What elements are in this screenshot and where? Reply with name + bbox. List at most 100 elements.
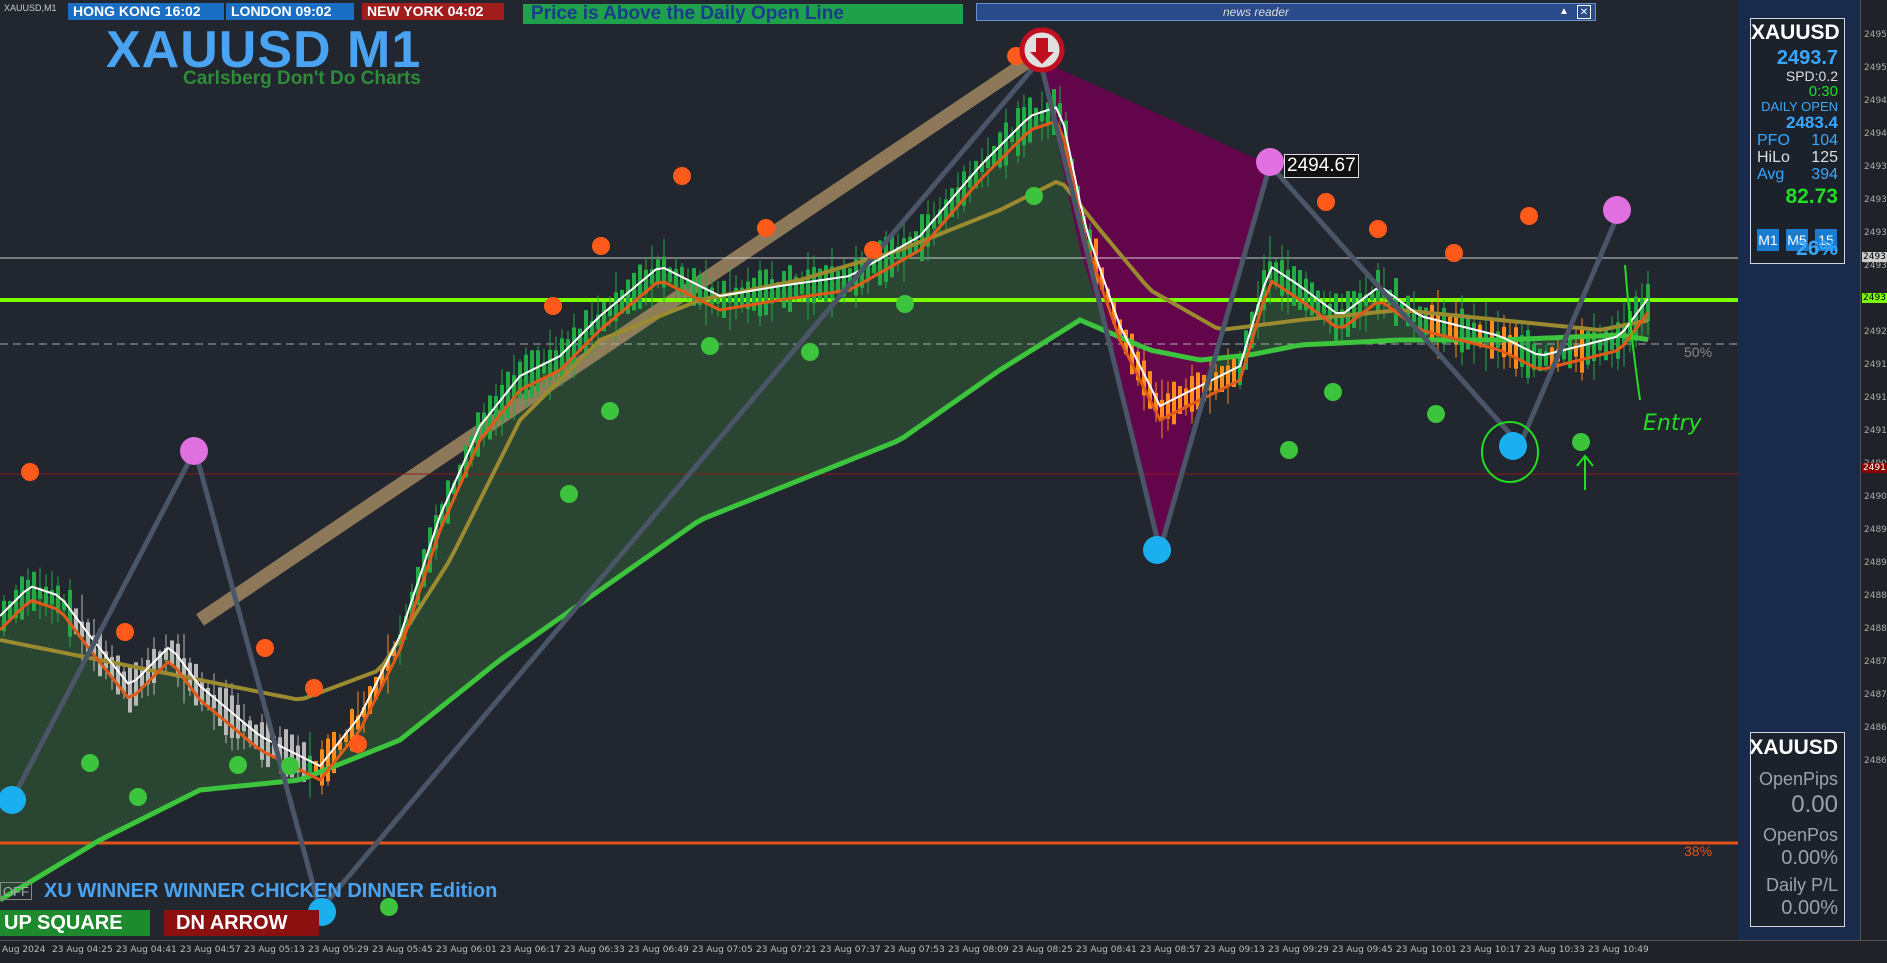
pivot-dot — [1280, 441, 1298, 459]
candle-body — [44, 586, 48, 605]
price-axis-tick: 2488. — [1864, 591, 1887, 601]
annotation-arrow — [1576, 454, 1594, 490]
pivot-dot — [701, 337, 719, 355]
pl-symbol: XAUUSD — [1749, 736, 1838, 759]
time-axis-tick: 23 Aug 10:33 — [1524, 945, 1585, 955]
daily-open-label: DAILY OPEN — [1761, 99, 1838, 114]
pivot-dot — [1317, 193, 1335, 211]
price-axis-tick: 2491. — [1864, 426, 1887, 436]
price-axis-tick: 2492. — [1864, 327, 1887, 337]
avg-label: Avg — [1757, 166, 1785, 183]
stats-symbol: XAUUSD — [1751, 21, 1840, 44]
candle-body — [1214, 372, 1218, 392]
news-reader-title: news reader — [1222, 5, 1290, 19]
candle-body — [560, 338, 564, 378]
time-axis-tick: 23 Aug 10:17 — [1460, 945, 1521, 955]
trend-banner: Price is Above the Daily Open Line — [523, 4, 963, 24]
price-axis-tick: 2488. — [1864, 624, 1887, 634]
avg-value: 394 — [1811, 166, 1838, 183]
chart-area[interactable]: Entry XAUUSD,M1 HONG KONG 16:02 LONDON 0… — [0, 0, 1738, 940]
hilo-row: HiLo 125 — [1751, 149, 1838, 167]
price-axis-tick: 2493. — [1864, 228, 1887, 238]
pivot-dot — [1369, 220, 1387, 238]
price-axis-tick: 2490. — [1864, 492, 1887, 502]
close-icon[interactable]: ✕ — [1577, 5, 1591, 19]
candle-body — [638, 264, 642, 309]
candle-body — [1016, 108, 1020, 156]
pivot-dot — [229, 756, 247, 774]
time-axis-tick: 23 Aug 06:33 — [564, 945, 625, 955]
candle-body — [1172, 381, 1176, 425]
time-axis-tick: 23 Aug 08:25 — [1012, 945, 1073, 955]
candle-body — [224, 688, 228, 736]
stats-percent: 26% — [1795, 237, 1838, 260]
off-button[interactable]: OFF — [0, 882, 32, 900]
avg-row: Avg 394 — [1751, 166, 1838, 184]
pivot-dot — [864, 241, 882, 259]
candle-body — [230, 695, 234, 738]
stats-price: 2493.7 — [1776, 47, 1838, 69]
time-axis-tick: Aug 2024 — [2, 945, 46, 955]
triangle-up-icon[interactable]: ▲ — [1557, 5, 1571, 19]
pl-panel: XAUUSD OpenPips 0.00 OpenPos 0.00% Daily… — [1749, 732, 1845, 927]
fib-38-label: 38% — [1684, 843, 1713, 859]
candle-body — [758, 270, 762, 317]
pivot-dot — [180, 437, 208, 465]
pivot-dot — [116, 623, 134, 641]
candle-body — [1226, 365, 1230, 387]
time-axis-tick: 23 Aug 09:45 — [1332, 945, 1393, 955]
price-axis-marker: 2493. — [1862, 293, 1887, 303]
price-axis-tick: 2493. — [1864, 261, 1887, 271]
price-axis-tick: 2493. — [1864, 195, 1887, 205]
price-axis-marker: 2491. — [1862, 463, 1887, 473]
price-axis-tick: 2486. — [1864, 756, 1887, 766]
pivot-dot — [1603, 196, 1631, 224]
time-axis-tick: 23 Aug 04:25 — [52, 945, 113, 955]
pfo-value: 104 — [1811, 132, 1838, 149]
pivot-dot — [544, 297, 562, 315]
candle-body — [488, 395, 492, 440]
price-axis[interactable]: 2495.2495.2494.2494.2493.2493.2493.2493.… — [1860, 0, 1887, 940]
pivot-dot — [1143, 536, 1171, 564]
candle-body — [536, 350, 540, 392]
price-axis-tick: 2487. — [1864, 690, 1887, 700]
price-chart[interactable]: Entry — [0, 0, 1738, 940]
candle-body — [1190, 376, 1194, 412]
pivot-dot — [592, 237, 610, 255]
openpips-value: 0.00 — [1791, 791, 1838, 818]
time-axis-tick: 23 Aug 08:41 — [1076, 945, 1137, 955]
candle-body — [524, 354, 528, 400]
candle-body — [218, 687, 222, 726]
pivot-dot — [256, 639, 274, 657]
hilo-value: 125 — [1811, 149, 1838, 166]
price-axis-tick: 2489. — [1864, 558, 1887, 568]
news-reader-bar[interactable]: news reader ▲ ✕ — [976, 3, 1596, 21]
candle-body — [1466, 314, 1470, 350]
clock-hong-kong: HONG KONG 16:02 — [68, 3, 224, 20]
pivot-dot — [673, 167, 691, 185]
openpos-label: OpenPos — [1762, 825, 1838, 845]
time-axis-tick: 23 Aug 06:01 — [436, 945, 497, 955]
pivot-dot — [601, 402, 619, 420]
pivot-dot — [1427, 405, 1445, 423]
pivot-dot — [305, 679, 323, 697]
symbol-tag: XAUUSD,M1 — [4, 3, 57, 13]
price-axis-tick: 2495. — [1864, 30, 1887, 40]
candle-body — [20, 576, 24, 620]
price-axis-tick: 2487. — [1864, 657, 1887, 667]
pivot-dot — [801, 343, 819, 361]
pivot-dot — [281, 757, 299, 775]
candle-body — [1376, 270, 1380, 313]
candle-body — [128, 667, 132, 713]
price-axis-tick: 2493. — [1864, 162, 1887, 172]
pivot-dot — [129, 788, 147, 806]
time-axis[interactable]: Aug 2024 23 Aug 04:25 23 Aug 04:41 23 Aug 0… — [0, 940, 1887, 963]
pfo-row: PFO 104 — [1751, 132, 1838, 150]
candle-body — [1430, 304, 1434, 342]
pivot-dot — [1445, 244, 1463, 262]
pivot-dot — [1025, 187, 1043, 205]
time-axis-tick: 23 Aug 10:49 — [1588, 945, 1649, 955]
time-axis-tick: 23 Aug 09:29 — [1268, 945, 1329, 955]
candle-body — [1004, 122, 1008, 166]
time-axis-tick: 23 Aug 06:17 — [500, 945, 561, 955]
